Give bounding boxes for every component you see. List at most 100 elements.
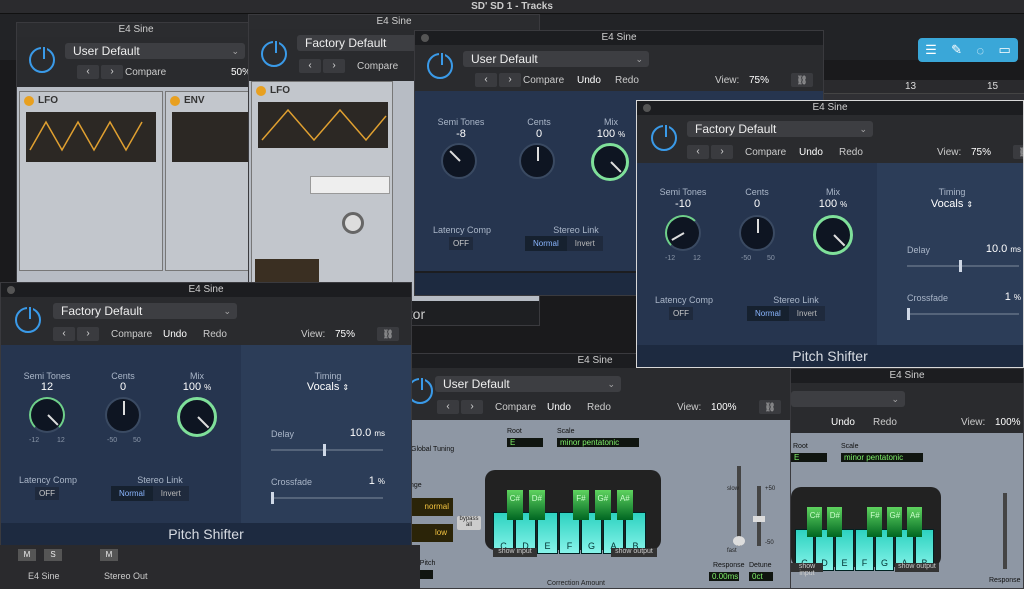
previous-preset-button[interactable]: ‹ — [687, 145, 709, 159]
mute-button[interactable]: M — [100, 549, 118, 561]
redo-button[interactable]: Redo — [873, 417, 897, 428]
scale-select[interactable]: minor pentatonic — [557, 438, 639, 447]
show-output-button[interactable]: show output — [611, 548, 657, 557]
black-key-d-sharp[interactable]: D# — [528, 490, 546, 520]
black-key-a-sharp[interactable]: A# — [616, 490, 634, 520]
show-output-button[interactable]: show output — [895, 563, 939, 572]
view-zoom-select[interactable]: 75% — [749, 75, 769, 86]
timing-select[interactable]: Vocals ⇕ — [907, 198, 997, 210]
cents-knob[interactable] — [519, 143, 555, 179]
next-preset-button[interactable]: › — [101, 65, 123, 79]
link-icon[interactable]: ⛓ — [759, 400, 781, 414]
compare-button[interactable]: Compare — [495, 402, 536, 413]
black-key-d-sharp[interactable]: D# — [827, 507, 843, 537]
range-low-button[interactable]: low — [411, 524, 453, 542]
redo-button[interactable]: Redo — [615, 75, 639, 86]
lfo-power-icon[interactable] — [24, 96, 34, 106]
previous-preset-button[interactable]: ‹ — [437, 400, 459, 414]
black-key-f-sharp[interactable]: F# — [867, 507, 883, 537]
black-key-c-sharp[interactable]: C# — [807, 507, 823, 537]
crossfade-slider-thumb[interactable] — [907, 308, 910, 320]
next-preset-button[interactable]: › — [461, 400, 483, 414]
latency-comp-toggle[interactable]: OFF — [35, 487, 59, 500]
latency-comp-toggle[interactable]: OFF — [449, 237, 473, 250]
undo-button[interactable]: Undo — [799, 147, 823, 158]
show-input-button[interactable]: show input — [493, 548, 537, 557]
delay-slider-thumb[interactable] — [959, 260, 962, 272]
compare-button[interactable]: Compare — [523, 75, 564, 86]
link-icon[interactable]: ⛓ — [1013, 145, 1023, 159]
semi-tones-knob[interactable] — [665, 215, 701, 251]
black-key-g-sharp[interactable]: G# — [887, 507, 903, 537]
redo-button[interactable]: Redo — [203, 329, 227, 340]
view-zoom-select[interactable]: 100% — [711, 402, 737, 413]
correction-amount-slider[interactable] — [1003, 493, 1007, 569]
power-icon[interactable] — [651, 123, 677, 151]
env-power-icon[interactable] — [170, 96, 180, 106]
correction-amount-slider[interactable] — [737, 466, 741, 546]
undo-button[interactable]: Undo — [547, 402, 571, 413]
redo-button[interactable]: Redo — [587, 402, 611, 413]
list-icon[interactable]: ☰ — [925, 42, 937, 58]
solo-button[interactable]: S — [44, 549, 62, 561]
stereo-normal-button[interactable]: Normal — [111, 486, 153, 501]
power-icon[interactable] — [427, 51, 453, 79]
redo-button[interactable]: Redo — [839, 147, 863, 158]
preset-menu[interactable]: Factory Default ⌄ — [687, 121, 873, 137]
next-preset-button[interactable]: › — [323, 59, 345, 73]
black-key-c-sharp[interactable]: C# — [506, 490, 524, 520]
stereo-invert-button[interactable]: Invert — [566, 236, 603, 251]
scale-select[interactable]: minor pentatonic — [841, 453, 923, 462]
stereo-invert-button[interactable]: Invert — [152, 486, 189, 501]
root-select[interactable]: E — [507, 438, 543, 447]
stereo-normal-button[interactable]: Normal — [525, 236, 567, 251]
view-zoom-select[interactable]: 75% — [335, 329, 355, 340]
lfo-rate-knob[interactable] — [342, 212, 364, 234]
browser-icon[interactable]: ▭ — [999, 42, 1011, 58]
mix-knob[interactable] — [591, 143, 629, 181]
timeline-ruler[interactable]: 13 15 — [790, 80, 1024, 94]
undo-button[interactable]: Undo — [163, 329, 187, 340]
stereo-invert-button[interactable]: Invert — [788, 306, 825, 321]
compare-button[interactable]: Compare — [745, 147, 786, 158]
correction-amount-thumb[interactable] — [733, 536, 745, 546]
crossfade-slider[interactable] — [907, 313, 1019, 315]
cents-knob[interactable] — [739, 215, 775, 251]
timing-select[interactable]: Vocals ⇕ — [281, 381, 375, 393]
range-normal-button[interactable]: normal — [411, 498, 453, 516]
undo-button[interactable]: Undo — [831, 417, 855, 428]
preset-menu[interactable]: Factory Default ⌄ — [53, 303, 237, 319]
link-icon[interactable]: ⛓ — [791, 73, 813, 87]
loops-icon[interactable]: ◌ — [976, 43, 984, 58]
stereo-normal-button[interactable]: Normal — [747, 306, 789, 321]
compare-button[interactable]: Compare — [111, 329, 152, 340]
response-value[interactable]: 0.00ms — [709, 572, 739, 581]
mix-knob[interactable] — [177, 397, 217, 437]
root-select[interactable]: E — [791, 453, 827, 462]
preset-menu[interactable]: User Default ⌄ — [65, 43, 245, 59]
close-icon[interactable] — [7, 286, 15, 294]
delay-slider[interactable] — [271, 449, 383, 451]
delay-slider-thumb[interactable] — [323, 444, 326, 456]
bypass-all-button[interactable]: bypass all — [457, 516, 481, 530]
black-key-a-sharp[interactable]: A# — [907, 507, 923, 537]
previous-preset-button[interactable]: ‹ — [299, 59, 321, 73]
compare-button[interactable]: Compare — [357, 61, 398, 72]
close-icon[interactable] — [421, 34, 429, 42]
preset-menu[interactable]: User Default ⌄ — [435, 376, 621, 392]
detune-thumb[interactable] — [753, 516, 765, 522]
semi-tones-knob[interactable] — [29, 397, 65, 433]
next-preset-button[interactable]: › — [499, 73, 521, 87]
previous-preset-button[interactable]: ‹ — [77, 65, 99, 79]
show-input-button[interactable]: show input — [791, 563, 823, 577]
crossfade-slider[interactable] — [271, 497, 383, 499]
delay-slider[interactable] — [907, 265, 1019, 267]
mix-knob[interactable] — [813, 215, 853, 255]
lfo-power-icon[interactable] — [256, 86, 266, 96]
notepad-icon[interactable]: ✎ — [951, 42, 962, 58]
undo-button[interactable]: Undo — [577, 75, 601, 86]
power-icon[interactable] — [15, 305, 41, 333]
view-zoom-select[interactable]: 100% — [995, 417, 1021, 428]
next-preset-button[interactable]: › — [711, 145, 733, 159]
link-icon[interactable]: ⛓ — [377, 327, 399, 341]
